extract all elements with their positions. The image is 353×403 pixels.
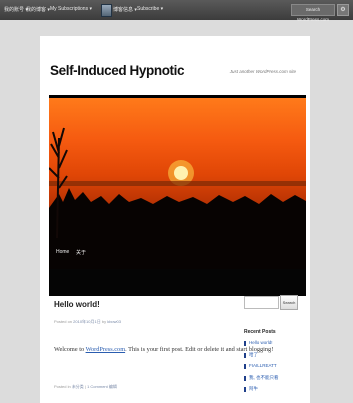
nav-home[interactable]: Home <box>56 249 69 255</box>
search-wordpress-link[interactable]: Search WordPress.com <box>291 4 335 22</box>
post-meta-by: by <box>101 319 107 324</box>
edit-link[interactable]: 编辑 <box>109 384 117 389</box>
comments-link[interactable]: 1 Comment <box>87 384 108 389</box>
admin-bar: 我的账号 ▾ 我的博客 ▾ My Subscriptions ▾ 博客信息 ▾ … <box>0 0 353 22</box>
recent-post-item[interactable]: 我, 也不能只看 <box>244 375 279 383</box>
site-title[interactable]: Self-Induced Hypnotic <box>50 63 185 78</box>
recent-post-item[interactable]: Hello world! <box>244 340 279 348</box>
main-nav: Home 关于 <box>49 249 306 296</box>
post-author-link[interactable]: kbow03 <box>107 319 121 324</box>
category-link[interactable]: 未分类 <box>72 384 84 389</box>
post-meta-prefix: Posted on <box>54 319 73 324</box>
post-date-link[interactable]: 2010年10月1日 <box>73 319 101 324</box>
admin-menu-my-blogs[interactable]: 我的博客 ▾ <box>26 6 50 13</box>
recent-posts-list: Hello world! 哈了 FIAILLREATT 我, 也不能只看 阿牛 <box>244 340 279 398</box>
blog-icon <box>101 4 112 17</box>
gear-icon[interactable]: ⚙ <box>337 4 349 16</box>
admin-menu-subscribe[interactable]: Subscribe ▾ <box>137 6 163 12</box>
post-body: Welcome to WordPress.com. This is your f… <box>54 346 273 353</box>
admin-menu-my-account[interactable]: 我的账号 ▾ <box>4 6 28 13</box>
post-footer: Posted in 未分类 | 1 Comment 编辑 <box>54 384 117 390</box>
post-footer-prefix: Posted in <box>54 384 71 389</box>
header-sunset-image <box>49 98 306 269</box>
recent-post-item[interactable]: FIAILLREATT <box>244 363 279 371</box>
recent-posts-title: Recent Posts <box>244 329 276 335</box>
admin-menu-blog-info[interactable]: 博客信息 ▾ <box>113 6 137 13</box>
recent-post-item[interactable]: 哈了 <box>244 352 279 360</box>
sidebar-search-input[interactable] <box>244 296 279 309</box>
wordpress-link[interactable]: WordPress.com <box>86 346 126 353</box>
page-content: Self-Induced Hypnotic Just another WordP… <box>40 36 310 403</box>
site-description: Just another WordPress.com site <box>229 69 296 74</box>
post-meta: Posted on 2010年10月1日 by kbow03 <box>54 319 121 325</box>
sidebar-search-button[interactable]: Search <box>280 295 298 310</box>
recent-post-item[interactable]: 阿牛 <box>244 386 279 394</box>
nav-about[interactable]: 关于 <box>76 249 86 256</box>
post-title[interactable]: Hello world! <box>54 300 100 309</box>
admin-menu-subscriptions[interactable]: My Subscriptions ▾ <box>50 6 92 12</box>
post-body-prefix: Welcome to <box>54 346 85 353</box>
